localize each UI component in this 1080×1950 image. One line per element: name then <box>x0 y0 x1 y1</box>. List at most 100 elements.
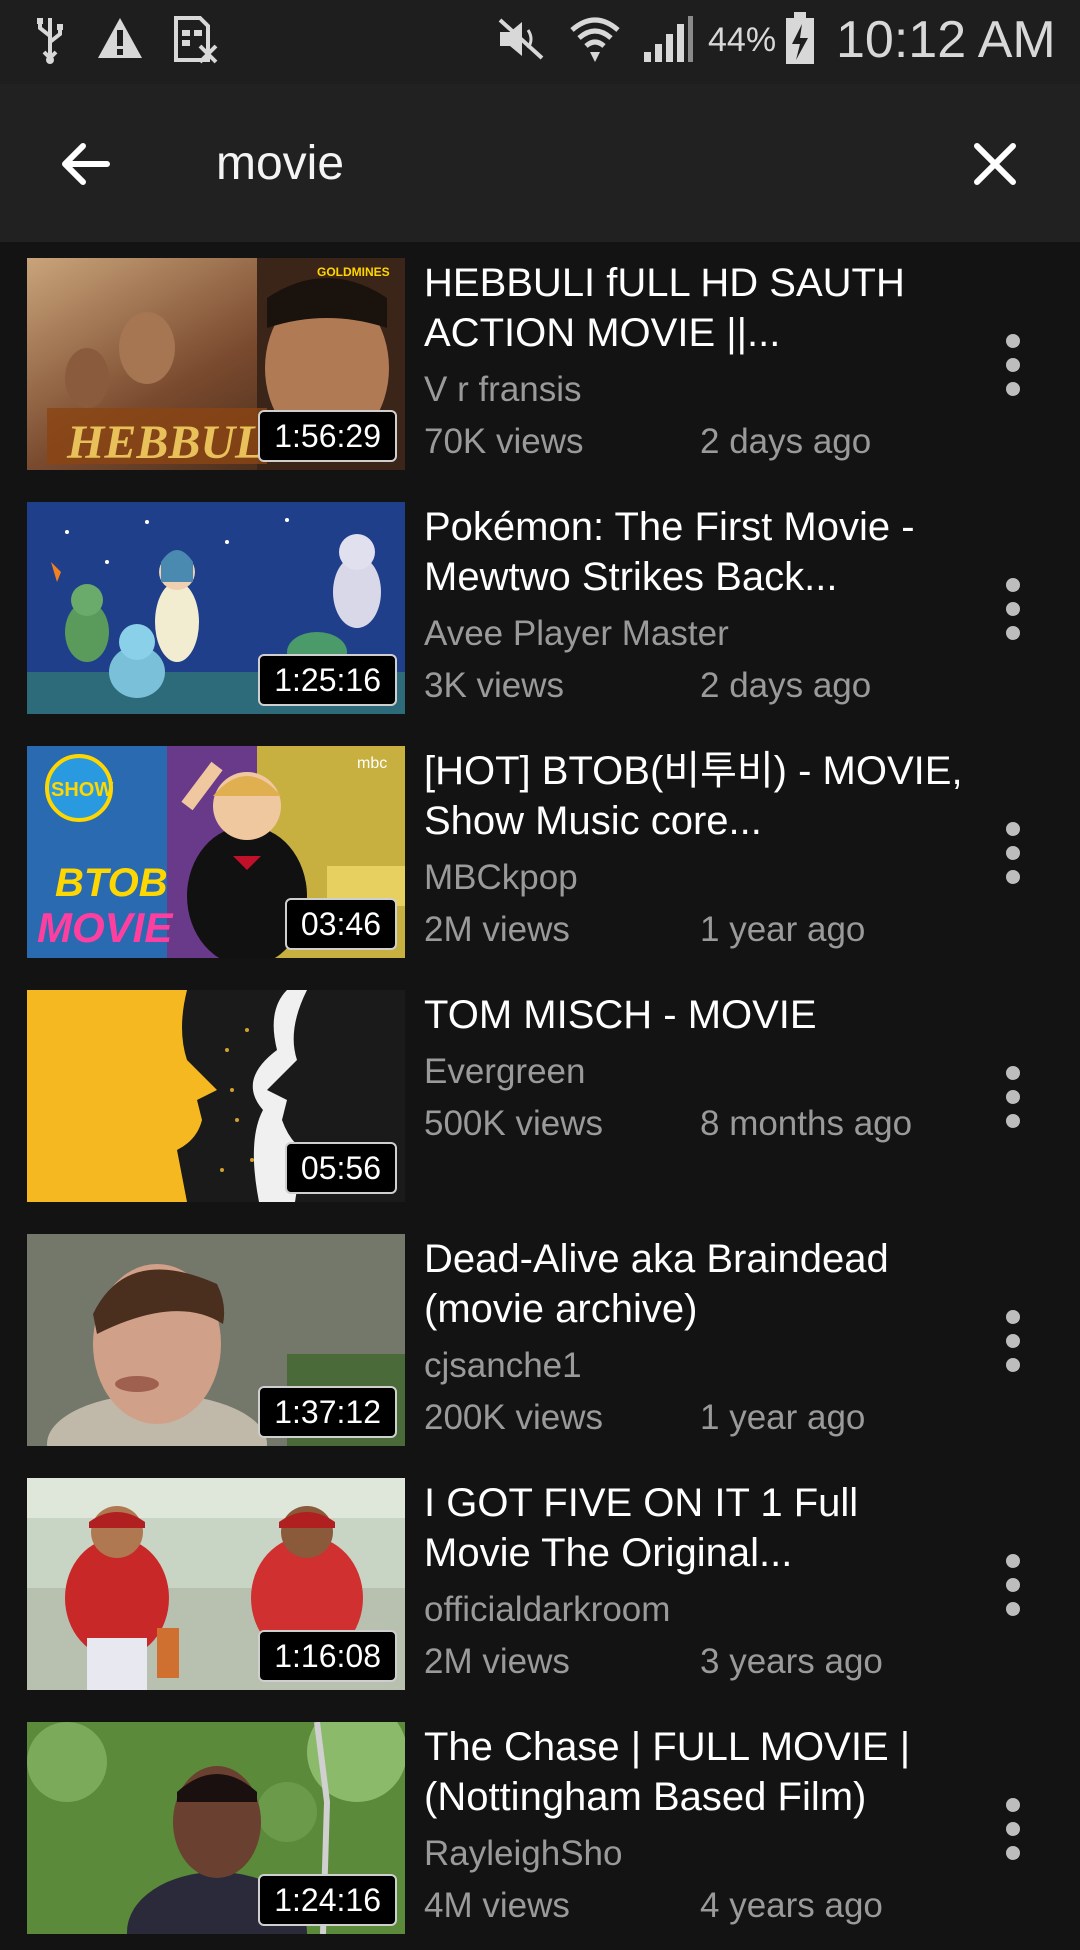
more-vert-icon <box>1006 1066 1020 1080</box>
video-meta: 3K views 2 days ago <box>424 660 964 712</box>
view-count: 4M views <box>424 1886 570 1925</box>
video-info[interactable]: Pokémon: The First Movie - Mewtwo Strike… <box>424 502 964 712</box>
video-meta: 200K views 1 year ago <box>424 1392 964 1444</box>
video-meta: 70K views 2 days ago <box>424 416 964 468</box>
video-title[interactable]: TOM MISCH - MOVIE <box>424 990 964 1040</box>
view-count: 2M views <box>424 1642 570 1681</box>
upload-age: 2 days ago <box>700 422 872 461</box>
video-info[interactable]: I GOT FIVE ON IT 1 Full Movie The Origin… <box>424 1478 964 1688</box>
search-bar <box>0 84 1080 242</box>
more-vert-icon <box>1006 334 1020 348</box>
status-bar: 44% 10:12 AM <box>0 0 1080 84</box>
channel-name: MBCkpop <box>424 858 578 897</box>
more-options-button[interactable] <box>990 1784 1036 1874</box>
close-icon <box>974 143 1016 185</box>
video-meta: 500K views 8 months ago <box>424 1098 964 1150</box>
more-vert-icon <box>1006 1310 1020 1324</box>
video-duration: 1:24:16 <box>258 1874 397 1926</box>
channel-name: officialdarkroom <box>424 1590 671 1629</box>
video-result[interactable]: 1:37:12 Dead-Alive aka Braindead (movie … <box>0 1218 1080 1462</box>
channel-name: Evergreen <box>424 1052 586 1091</box>
video-result[interactable]: 1:25:16 Pokémon: The First Movie - Mewtw… <box>0 486 1080 730</box>
more-options-button[interactable] <box>990 564 1036 654</box>
more-options-button[interactable] <box>990 320 1036 410</box>
channel-name: RayleighSho <box>424 1834 623 1873</box>
video-title[interactable]: Pokémon: The First Movie - Mewtwo Strike… <box>424 502 964 602</box>
thumbnail-mbc-text: mbc <box>357 755 387 772</box>
video-duration: 1:56:29 <box>258 410 397 462</box>
video-title[interactable]: [HOT] BTOB(비투비) - MOVIE, Show Music core… <box>424 746 964 846</box>
video-info[interactable]: [HOT] BTOB(비투비) - MOVIE, Show Music core… <box>424 746 964 956</box>
more-vert-icon <box>1006 822 1020 836</box>
back-button[interactable] <box>40 124 130 204</box>
view-count: 70K views <box>424 422 584 461</box>
video-result[interactable]: 1:24:16 The Chase | FULL MOVIE | (Nottin… <box>0 1706 1080 1950</box>
view-count: 500K views <box>424 1104 603 1143</box>
upload-age: 4 years ago <box>700 1886 883 1925</box>
signal-icon <box>644 16 693 62</box>
more-options-button[interactable] <box>990 1540 1036 1630</box>
video-info[interactable]: Dead-Alive aka Braindead (movie archive)… <box>424 1234 964 1444</box>
upload-age: 1 year ago <box>700 1398 866 1437</box>
video-title[interactable]: Dead-Alive aka Braindead (movie archive) <box>424 1234 964 1334</box>
video-thumbnail[interactable]: 1:25:16 <box>27 502 405 714</box>
video-meta: 4M views 4 years ago <box>424 1880 964 1932</box>
more-options-button[interactable] <box>990 1052 1036 1142</box>
video-duration: 1:25:16 <box>258 654 397 706</box>
video-thumbnail[interactable]: GOLDMINES HEBBULI 1:56:29 <box>27 258 405 470</box>
thumbnail-badge-text: SHOW <box>51 779 113 801</box>
video-thumbnail[interactable]: 05:56 <box>27 990 405 1202</box>
video-thumbnail[interactable]: 1:16:08 <box>27 1478 405 1690</box>
video-title[interactable]: I GOT FIVE ON IT 1 Full Movie The Origin… <box>424 1478 964 1578</box>
video-title[interactable]: HEBBULI fULL HD SAUTH ACTION MOVIE ||... <box>424 258 964 358</box>
warning-icon <box>98 18 142 58</box>
video-duration: 05:56 <box>284 1142 397 1194</box>
upload-age: 3 years ago <box>700 1642 883 1681</box>
upload-age: 2 days ago <box>700 666 872 705</box>
usb-icon <box>37 18 63 64</box>
upload-age: 1 year ago <box>700 910 866 949</box>
clear-search-button[interactable] <box>950 124 1040 204</box>
video-info[interactable]: The Chase | FULL MOVIE | (Nottingham Bas… <box>424 1722 964 1932</box>
video-info[interactable]: HEBBULI fULL HD SAUTH ACTION MOVIE ||...… <box>424 258 964 468</box>
video-info[interactable]: TOM MISCH - MOVIE Evergreen 500K views 8… <box>424 990 964 1150</box>
more-vert-icon <box>1006 578 1020 592</box>
thumbnail-title-text: BTOB <box>55 861 168 905</box>
view-count: 200K views <box>424 1398 603 1437</box>
video-duration: 1:16:08 <box>258 1630 397 1682</box>
video-meta: 2M views 3 years ago <box>424 1636 964 1688</box>
channel-name: V r fransis <box>424 370 582 409</box>
battery-icon <box>786 12 814 64</box>
view-count: 2M views <box>424 910 570 949</box>
more-options-button[interactable] <box>990 808 1036 898</box>
video-title[interactable]: The Chase | FULL MOVIE | (Nottingham Bas… <box>424 1722 964 1822</box>
clock: 10:12 AM <box>836 11 1056 69</box>
thumbnail-subtitle-text: MOVIE <box>37 904 174 951</box>
mute-icon <box>498 18 544 60</box>
video-result[interactable]: GOLDMINES HEBBULI 1:56:29 HEBBULI fULL H… <box>0 242 1080 486</box>
video-result[interactable]: 05:56 TOM MISCH - MOVIE Evergreen 500K v… <box>0 974 1080 1218</box>
video-thumbnail[interactable]: 1:24:16 <box>27 1722 405 1934</box>
video-thumbnail[interactable]: SHOW BTOB MOVIE mbc 03:46 <box>27 746 405 958</box>
channel-name: cjsanche1 <box>424 1346 582 1385</box>
more-options-button[interactable] <box>990 1296 1036 1386</box>
thumbnail-logo-text: GOLDMINES <box>317 265 390 279</box>
video-duration: 03:46 <box>284 898 397 950</box>
channel-name: Avee Player Master <box>424 614 729 653</box>
no-sim-icon <box>174 16 218 64</box>
view-count: 3K views <box>424 666 565 705</box>
video-meta: 2M views 1 year ago <box>424 904 964 956</box>
more-vert-icon <box>1006 1798 1020 1812</box>
video-thumbnail[interactable]: 1:37:12 <box>27 1234 405 1446</box>
wifi-icon <box>570 17 620 62</box>
more-vert-icon <box>1006 1554 1020 1568</box>
thumbnail-title-text: HEBBULI <box>66 416 285 469</box>
search-results-list: GOLDMINES HEBBULI 1:56:29 HEBBULI fULL H… <box>0 242 1080 1950</box>
search-input[interactable] <box>216 128 916 200</box>
arrow-back-icon <box>62 143 110 185</box>
video-result[interactable]: 1:16:08 I GOT FIVE ON IT 1 Full Movie Th… <box>0 1462 1080 1706</box>
upload-age: 8 months ago <box>700 1104 913 1143</box>
video-duration: 1:37:12 <box>258 1386 397 1438</box>
video-result[interactable]: SHOW BTOB MOVIE mbc 03:46 [HOT] BTOB(비투비… <box>0 730 1080 974</box>
battery-percent: 44% <box>708 21 777 59</box>
